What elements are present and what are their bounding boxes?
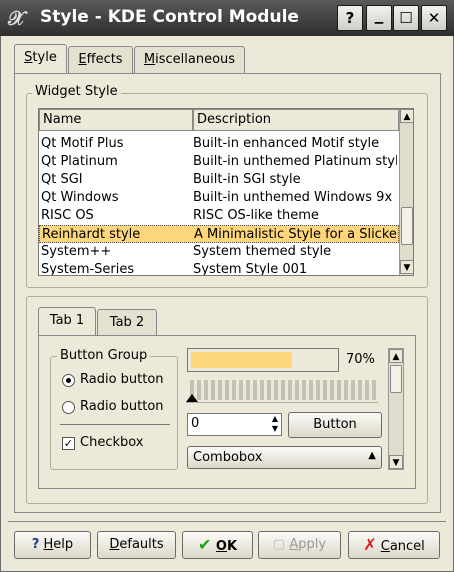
apply-mnemonic: A bbox=[289, 537, 299, 552]
defaults-mnemonic: D bbox=[109, 537, 120, 552]
tab-preview-1[interactable]: Tab 1 bbox=[38, 307, 96, 337]
radio-label-1: Radio button bbox=[80, 372, 164, 387]
list-item-name: Qt Motif Plus bbox=[41, 136, 124, 151]
tab-style[interactable]: Style bbox=[14, 44, 67, 74]
list-item-description: RISC OS-like theme bbox=[193, 208, 319, 223]
maximize-button[interactable]: ☐ bbox=[393, 5, 419, 31]
window-title: Style - KDE Control Module bbox=[40, 7, 299, 27]
list-item[interactable]: System-Series System Style 001 bbox=[39, 261, 399, 276]
list-item[interactable]: Qt Windows Built-in unthemed Windows 9x .… bbox=[39, 189, 399, 207]
widget-style-list[interactable]: Name Description Qt Motif Plus Built-in e… bbox=[38, 108, 414, 276]
spin-down-icon[interactable]: ▼ bbox=[272, 424, 278, 433]
scroll-thumb[interactable] bbox=[401, 207, 413, 245]
preview-combobox[interactable]: Combobox ▲ bbox=[187, 446, 382, 469]
list-item-description: Built-in enhanced Motif style bbox=[193, 136, 380, 151]
help-icon: ? bbox=[31, 537, 40, 552]
cancel-icon: ✗ bbox=[363, 535, 377, 554]
apply-label: pply bbox=[298, 537, 327, 552]
checkbox[interactable]: ✓ bbox=[62, 437, 75, 450]
combobox-arrow-icon: ▲ bbox=[368, 450, 376, 461]
progress-label: 70% bbox=[346, 352, 375, 367]
slider-track[interactable] bbox=[190, 380, 378, 400]
apply-button[interactable]: ▢ Apply bbox=[258, 531, 341, 559]
tab-effects-mnemonic: E bbox=[78, 52, 87, 67]
preview-scrollbar[interactable]: ▲ ▼ bbox=[388, 348, 404, 470]
group-divider bbox=[60, 424, 170, 425]
list-item-name: Qt SGI bbox=[41, 172, 83, 187]
list-item-name: Qt Platinum bbox=[41, 154, 118, 169]
progress-fill bbox=[191, 352, 292, 368]
list-item-description: System themed style bbox=[193, 244, 332, 259]
defaults-label: efaults bbox=[119, 537, 164, 552]
list-item-name: RISC OS bbox=[41, 208, 94, 223]
list-item-name: Reinhardt style bbox=[42, 227, 141, 242]
cancel-button[interactable]: ✗ Cancel bbox=[348, 531, 440, 559]
column-header-description[interactable]: Description bbox=[193, 109, 399, 131]
scroll-up-icon[interactable]: ▲ bbox=[400, 109, 413, 123]
close-button[interactable]: ✕ bbox=[421, 5, 447, 31]
list-item[interactable]: System++ System themed style bbox=[39, 243, 399, 261]
list-item[interactable]: Qt SGI Built-in SGI style bbox=[39, 171, 399, 189]
list-item[interactable]: Reinhardt style A Minimalistic Style for … bbox=[39, 225, 399, 243]
list-item-description: Built-in SGI style bbox=[193, 172, 301, 187]
spin-up-icon[interactable]: ▲ bbox=[272, 414, 278, 423]
tab-preview-2[interactable]: Tab 2 bbox=[97, 309, 157, 337]
spin-box[interactable]: 0 ▲ ▼ bbox=[187, 413, 282, 436]
preview-button[interactable]: Button bbox=[288, 412, 382, 438]
tab-style-label: tyle bbox=[32, 50, 57, 65]
radio-button-1[interactable] bbox=[62, 374, 75, 387]
help-label: elp bbox=[53, 537, 74, 552]
list-item[interactable]: RISC OS RISC OS-like theme bbox=[39, 207, 399, 225]
title-bar[interactable]: 𝒳 Style - KDE Control Module ? ▁ ☐ ✕ bbox=[0, 0, 454, 36]
tab-effects[interactable]: Effects bbox=[68, 46, 133, 74]
radio-label-2: Radio button bbox=[80, 399, 164, 414]
tab-misc-label: iscellaneous bbox=[155, 52, 236, 67]
kde-x-icon: 𝒳 bbox=[8, 6, 26, 30]
defaults-button[interactable]: Defaults bbox=[97, 531, 176, 559]
combobox-value: Combobox bbox=[193, 450, 263, 465]
list-item-name: System-Series bbox=[41, 262, 135, 276]
ok-button[interactable]: ✔ OK bbox=[182, 531, 253, 559]
minimize-button[interactable]: ▁ bbox=[366, 5, 392, 31]
list-item[interactable]: Qt Platinum Built-in unthemed Platinum st… bbox=[39, 153, 399, 171]
radio-button-2[interactable] bbox=[62, 401, 75, 414]
preview-scroll-down-icon[interactable]: ▼ bbox=[389, 455, 403, 469]
list-item-description: Built-in unthemed Platinum style bbox=[193, 154, 397, 169]
checkmark-icon: ✔ bbox=[197, 535, 212, 554]
preview-scroll-up-icon[interactable]: ▲ bbox=[389, 349, 403, 363]
widget-style-label: Widget Style bbox=[32, 84, 121, 99]
scroll-down-icon[interactable]: ▼ bbox=[400, 260, 413, 274]
tab-misc-mnemonic: M bbox=[143, 52, 156, 67]
spin-value: 0 bbox=[191, 416, 200, 431]
progress-bar bbox=[187, 348, 339, 372]
list-item-name: Qt Windows bbox=[41, 190, 119, 205]
cancel-label: ancel bbox=[389, 539, 425, 554]
cancel-mnemonic: C bbox=[380, 539, 390, 554]
tab-effects-label: ffects bbox=[86, 52, 123, 67]
slider-base bbox=[186, 402, 378, 403]
ok-label: K bbox=[226, 539, 238, 554]
button-group-label: Button Group bbox=[57, 348, 151, 363]
help-mnemonic: H bbox=[43, 537, 54, 552]
column-header-name[interactable]: Name bbox=[39, 109, 193, 131]
list-item-description: Built-in unthemed Windows 9x ... bbox=[193, 190, 397, 205]
tab-miscellaneous[interactable]: Miscellaneous bbox=[134, 46, 245, 74]
list-item-description: A Minimalistic Style for a Slicke... bbox=[194, 227, 398, 242]
help-title-button[interactable]: ? bbox=[337, 5, 363, 31]
checkbox-label: Checkbox bbox=[80, 435, 144, 450]
slider-handle-icon[interactable] bbox=[186, 394, 198, 402]
footer-separator bbox=[8, 521, 446, 522]
ok-mnemonic: O bbox=[215, 539, 227, 554]
help-button[interactable]: ? Help bbox=[14, 531, 91, 559]
list-scrollbar[interactable]: ▲ ▼ bbox=[399, 109, 413, 275]
apply-icon: ▢ bbox=[272, 537, 286, 552]
preview-scroll-thumb[interactable] bbox=[390, 365, 402, 393]
list-item[interactable]: Qt Motif Plus Built-in enhanced Motif sty… bbox=[39, 135, 399, 153]
list-item-description: System Style 001 bbox=[193, 262, 308, 276]
list-item-name: System++ bbox=[41, 244, 112, 259]
